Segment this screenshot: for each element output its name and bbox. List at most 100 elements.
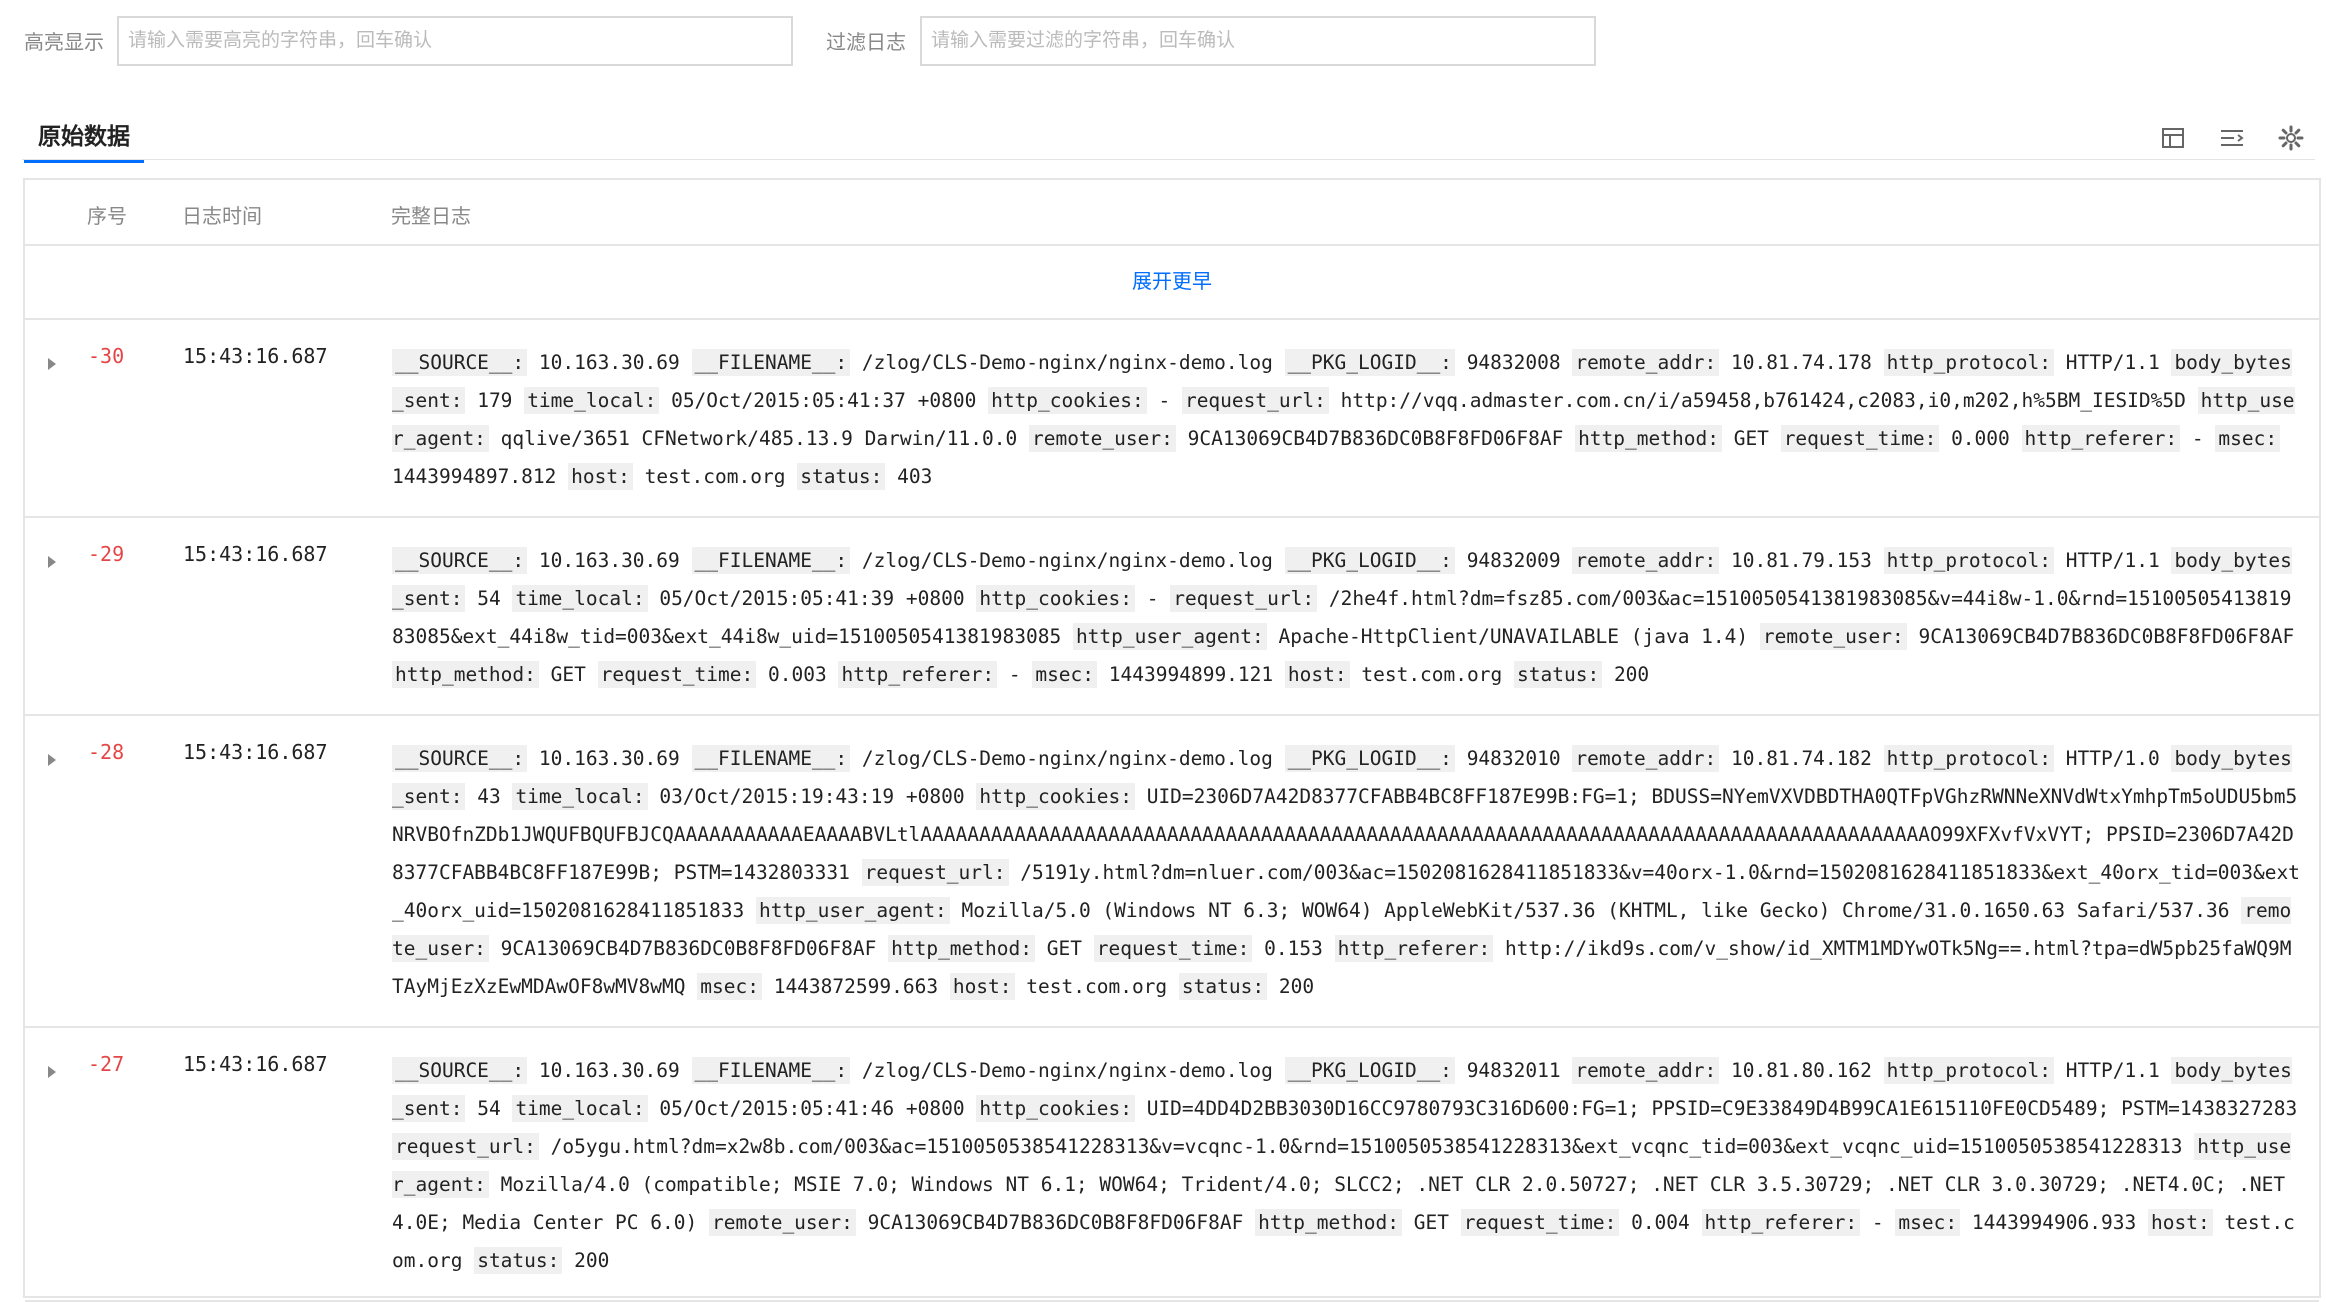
log-field-value: 9CA13069CB4D7B836DC0B8F8FD06F8AF — [500, 937, 877, 960]
row-seq: -28 — [88, 740, 125, 764]
log-field-key: http_protocol: — [1883, 745, 2055, 772]
log-field-value: - — [2191, 427, 2204, 450]
expand-earlier-link[interactable]: 展开更早 — [1132, 271, 1212, 293]
log-field-key: status: — [1514, 661, 1603, 688]
log-field-value: 54 — [477, 587, 501, 610]
row-time: 15:43:16.687 — [183, 1052, 328, 1076]
layout-icon[interactable] — [2159, 124, 2187, 152]
tab-raw-data[interactable]: 原始数据 — [24, 118, 144, 163]
log-field-key: msec: — [1895, 1209, 1961, 1236]
log-field-key: remote_user: — [709, 1209, 856, 1236]
row-time: 15:43:16.687 — [183, 542, 328, 566]
table-row[interactable]: -28 15:43:16.687 __SOURCE__: 10.163.30.69 … — [25, 716, 2319, 1028]
log-field-value: UID=4DD4D2BB3030D16CC9780793C316D600:FG=… — [1146, 1097, 2298, 1120]
log-field-key: __FILENAME__: — [691, 745, 851, 772]
log-field-key: http_protocol: — [1883, 1057, 2055, 1084]
log-field-key: http_protocol: — [1883, 349, 2055, 376]
log-field-key: msec: — [1032, 661, 1098, 688]
log-field-value: Apache-HttpClient/UNAVAILABLE (java 1.4) — [1278, 625, 1749, 648]
log-field-key: host: — [949, 973, 1015, 1000]
log-field-value: HTTP/1.1 — [2065, 351, 2160, 374]
log-field-value: 200 — [1278, 975, 1315, 998]
log-field-value: 10.81.79.153 — [1731, 549, 1872, 572]
expand-earlier-row: 展开更早 — [25, 246, 2319, 320]
table-row[interactable]: -27 15:43:16.687 __SOURCE__: 10.163.30.69 … — [25, 1028, 2319, 1302]
log-field-key: __FILENAME__: — [691, 349, 851, 376]
log-field-value: 10.163.30.69 — [538, 1059, 680, 1082]
log-field-key: http_referer: — [2021, 425, 2181, 452]
log-field-key: msec: — [2215, 425, 2281, 452]
log-field-key: http_user_agent: — [755, 897, 950, 924]
filter-input[interactable]: 请输入需要过滤的字符串，回车确认 — [920, 16, 1596, 66]
log-field-key: status: — [797, 463, 886, 490]
row-log: __SOURCE__: 10.163.30.69 __FILENAME__: /… — [392, 518, 2301, 714]
log-field-key: remote_user: — [1759, 623, 1907, 650]
log-field-value: /zlog/CLS-Demo-nginx/nginx-demo.log — [861, 1059, 1273, 1082]
log-table: 序号 日志时间 完整日志 展开更早 -30 15:43:16.687 __SOURC… — [23, 178, 2321, 1302]
log-field-key: __FILENAME__: — [691, 1057, 851, 1084]
log-field-key: remote_user: — [1028, 425, 1176, 452]
log-field-value: GET — [550, 663, 586, 686]
table-header: 序号 日志时间 完整日志 — [25, 180, 2319, 246]
log-field-key: __SOURCE__: — [392, 547, 528, 574]
expand-row-caret-icon[interactable] — [48, 358, 56, 370]
row-log: __SOURCE__: 10.163.30.69 __FILENAME__: /… — [392, 320, 2301, 516]
log-field-key: http_protocol: — [1883, 547, 2055, 574]
log-field-value: 200 — [1613, 663, 1650, 686]
log-field-value: 0.004 — [1631, 1211, 1690, 1234]
log-field-key: http_referer: — [1701, 1209, 1861, 1236]
log-field-value: 200 — [574, 1249, 610, 1272]
table-row[interactable]: -30 15:43:16.687 __SOURCE__: 10.163.30.69 … — [25, 320, 2319, 518]
log-field-key: time_local: — [512, 585, 648, 612]
row-time: 15:43:16.687 — [183, 740, 328, 764]
settings-icon[interactable] — [2277, 124, 2305, 152]
header-time: 日志时间 — [182, 206, 262, 228]
expand-row-caret-icon[interactable] — [48, 556, 56, 568]
row-log: __SOURCE__: 10.163.30.69 __FILENAME__: /… — [392, 716, 2301, 1026]
table-row[interactable]: -29 15:43:16.687 __SOURCE__: 10.163.30.69 … — [25, 518, 2319, 716]
log-field-key: __PKG_LOGID__: — [1284, 547, 1455, 574]
expand-row-caret-icon[interactable] — [48, 1066, 56, 1078]
log-field-value: 1443994906.933 — [1971, 1211, 2137, 1234]
expand-row-caret-icon[interactable] — [48, 754, 56, 766]
log-field-value: qqlive/3651 CFNetwork/485.13.9 Darwin/11… — [500, 427, 1018, 450]
log-field-value: /zlog/CLS-Demo-nginx/nginx-demo.log — [861, 747, 1273, 770]
log-field-value: 05/Oct/2015:05:41:37 +0800 — [671, 389, 977, 412]
log-field-value: test.com.org — [644, 465, 786, 488]
row-seq: -27 — [88, 1052, 125, 1076]
log-field-value: 05/Oct/2015:05:41:46 +0800 — [659, 1097, 965, 1120]
log-field-value: /zlog/CLS-Demo-nginx/nginx-demo.log — [861, 549, 1273, 572]
row-log: __SOURCE__: 10.163.30.69 __FILENAME__: /… — [392, 1028, 2301, 1300]
log-field-value: 0.003 — [768, 663, 827, 686]
log-field-value: GET — [1413, 1211, 1449, 1234]
log-field-value: 179 — [477, 389, 513, 412]
log-field-value: 1443994897.812 — [392, 465, 557, 488]
log-field-key: http_cookies: — [988, 387, 1147, 414]
header-seq: 序号 — [87, 206, 127, 228]
log-field-key: __PKG_LOGID__: — [1284, 1057, 1455, 1084]
log-field-key: remote_addr: — [1572, 349, 1720, 376]
log-field-key: request_url: — [1181, 387, 1329, 414]
log-field-value: 1443872599.663 — [773, 975, 939, 998]
log-field-key: request_time: — [1780, 425, 1940, 452]
log-field-value: 94832009 — [1466, 549, 1561, 572]
wrap-lines-icon[interactable] — [2218, 124, 2246, 152]
log-field-value: HTTP/1.0 — [2065, 747, 2160, 770]
log-field-value: 94832008 — [1466, 351, 1561, 374]
log-field-value: 10.163.30.69 — [538, 351, 680, 374]
log-field-key: __SOURCE__: — [392, 1057, 528, 1084]
log-field-value: test.com.org — [1361, 663, 1503, 686]
log-field-value: 9CA13069CB4D7B836DC0B8F8FD06F8AF — [1187, 427, 1564, 450]
tab-divider — [22, 159, 2315, 160]
highlight-input[interactable]: 请输入需要高亮的字符串，回车确认 — [117, 16, 793, 66]
log-field-key: host: — [568, 463, 633, 490]
log-field-key: status: — [474, 1247, 563, 1274]
log-field-value: 403 — [897, 465, 933, 488]
log-field-key: status: — [1178, 973, 1268, 1000]
log-field-value: 03/Oct/2015:19:43:19 +0800 — [659, 785, 965, 808]
log-field-key: request_time: — [1093, 935, 1253, 962]
log-field-key: msec: — [697, 973, 762, 1000]
log-field-key: host: — [2147, 1209, 2213, 1236]
log-field-key: http_method: — [1255, 1209, 1402, 1236]
log-field-key: remote_addr: — [1572, 547, 1720, 574]
